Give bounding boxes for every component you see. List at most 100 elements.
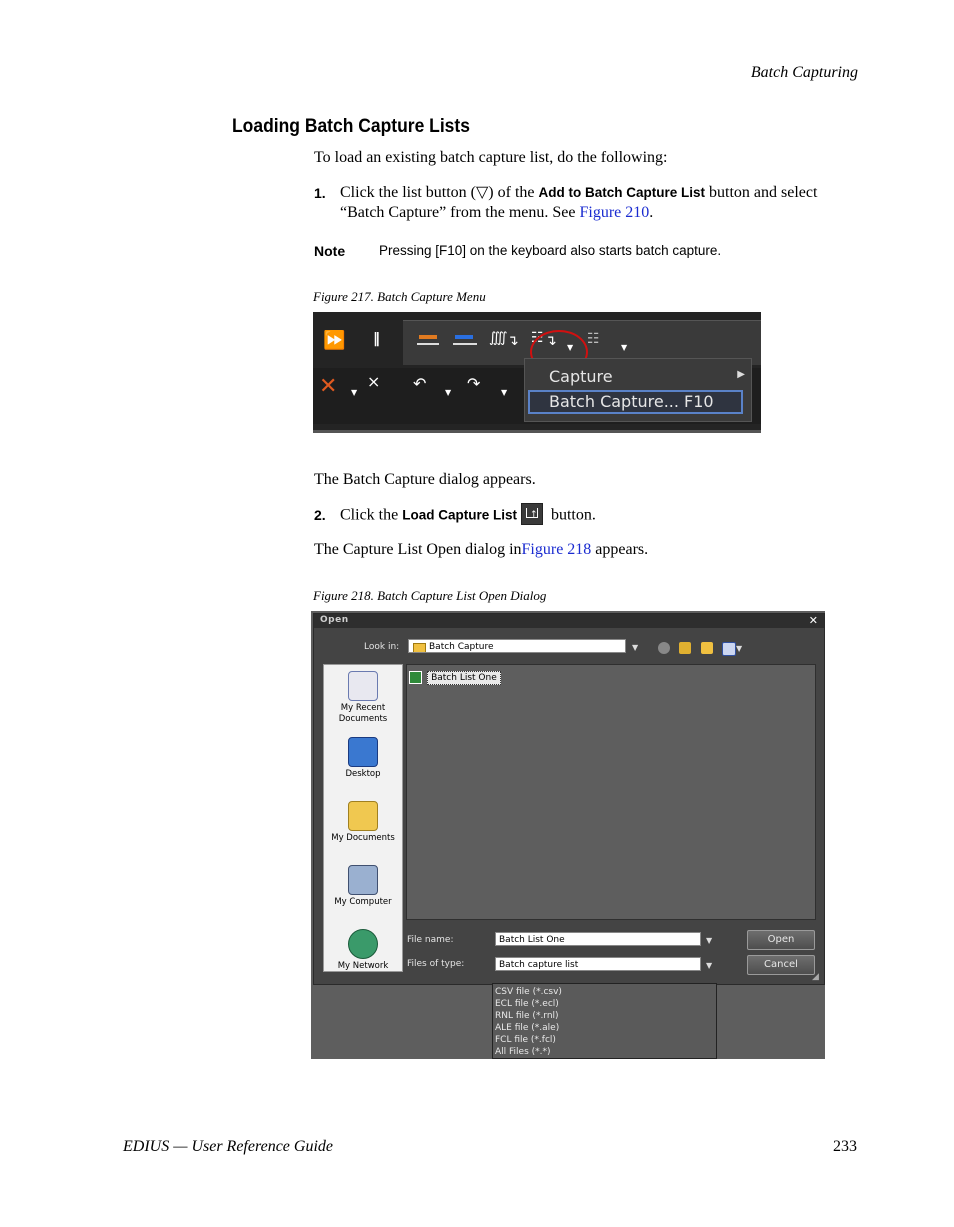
close-icon[interactable]: ✕: [809, 614, 818, 627]
type-option-ale[interactable]: ALE file (*.ale): [495, 1022, 559, 1034]
file-name-label: File name:: [407, 935, 454, 945]
resize-grip-icon[interactable]: ◢: [812, 972, 822, 982]
step-2-text-b: button.: [546, 506, 596, 524]
dialog-titlebar: Open ✕: [314, 614, 824, 628]
desktop-icon: [348, 737, 378, 767]
ripple-delete-icon[interactable]: ⨯: [367, 372, 380, 391]
step-2-text-a: Click the: [340, 506, 403, 524]
settings-dropdown-icon[interactable]: ▼: [621, 343, 627, 352]
pause-icon[interactable]: ‖: [373, 331, 380, 347]
type-option-csv[interactable]: CSV file (*.csv): [495, 986, 562, 998]
new-folder-icon[interactable]: [701, 642, 713, 654]
my-documents-icon: [348, 801, 378, 831]
running-header: Batch Capturing: [750, 64, 858, 81]
view-dropdown-icon[interactable]: ▼: [736, 644, 742, 653]
file-type-dropdown-icon[interactable]: ▼: [706, 961, 712, 970]
capture-list-open-text: The Capture List Open dialog inFigure 21…: [314, 540, 648, 560]
intro-paragraph: To load an existing batch capture list, …: [314, 149, 668, 166]
place-recent[interactable]: My Recent Documents: [324, 671, 402, 725]
figure-218-caption: Figure 218. Batch Capture List Open Dial…: [313, 588, 547, 603]
place-desktop-label: Desktop: [345, 769, 381, 779]
set-out-line-icon: [453, 343, 477, 345]
place-desktop[interactable]: Desktop: [324, 737, 402, 780]
figure-217-caption: Figure 217. Batch Capture Menu: [313, 289, 486, 304]
cancel-button[interactable]: Cancel: [747, 955, 815, 975]
place-my-network-label: My Network: [337, 961, 389, 971]
recent-documents-icon: [348, 671, 378, 701]
my-computer-icon: [348, 865, 378, 895]
note-label: Note: [314, 243, 346, 259]
open-button[interactable]: Open: [747, 930, 815, 950]
type-option-all[interactable]: All Files (*.*): [495, 1046, 551, 1058]
file-item[interactable]: Batch List One: [409, 667, 501, 685]
submenu-arrow-icon: ▶: [737, 369, 745, 380]
dialog-title: Open: [320, 615, 349, 625]
set-out-icon[interactable]: [455, 335, 473, 339]
look-in-label: Look in:: [364, 642, 400, 652]
batch-capture-dropdown-menu: Capture ▶ Batch Capture... F10: [524, 358, 752, 422]
look-in-value: Batch Capture: [429, 642, 494, 652]
place-my-documents-label: My Documents: [331, 833, 395, 843]
file-type-options-list: CSV file (*.csv) ECL file (*.ecl) RNL fi…: [492, 983, 717, 1059]
step-1-text-a: Click the list button (▽) of the: [340, 184, 539, 201]
place-my-network[interactable]: My Network: [324, 929, 402, 972]
look-in-select[interactable]: Batch Capture: [408, 639, 626, 653]
set-in-line-icon: [417, 343, 439, 345]
menu-item-capture[interactable]: Capture: [549, 367, 613, 386]
step-1-text-b: button and select: [705, 184, 818, 201]
add-to-clip-icon[interactable]: ⨌: [489, 330, 508, 346]
place-my-computer-label: My Computer: [334, 897, 392, 907]
step-2-ui-term: Load Capture List: [402, 507, 517, 523]
places-bar: My Recent Documents Desktop My Documents…: [323, 664, 403, 972]
step-1-ui-term: Add to Batch Capture List: [538, 185, 706, 200]
figure-218-link[interactable]: Figure 218: [522, 541, 592, 558]
redo-icon[interactable]: ↷: [467, 374, 480, 393]
section-title: Loading Batch Capture Lists: [232, 116, 470, 137]
page-number: 233: [833, 1138, 857, 1155]
view-menu-icon[interactable]: [722, 642, 736, 656]
excel-file-icon: [409, 671, 422, 684]
arrow-down-icon: ↴: [507, 333, 519, 349]
type-option-ecl[interactable]: ECL file (*.ecl): [495, 998, 559, 1010]
step-1-text-d: .: [649, 204, 654, 221]
fast-forward-icon[interactable]: ⏩: [323, 330, 345, 351]
step-1-number: 1.: [314, 185, 326, 201]
file-type-label: Files of type:: [407, 959, 465, 969]
folder-icon: [413, 643, 426, 652]
file-name-input[interactable]: Batch List One: [495, 932, 701, 946]
undo-icon[interactable]: ↶: [413, 374, 426, 393]
figure-210-link[interactable]: Figure 210: [579, 204, 649, 221]
up-folder-icon[interactable]: [679, 642, 691, 654]
back-icon[interactable]: [658, 642, 670, 654]
figure-border: [313, 430, 761, 433]
type-option-fcl[interactable]: FCL file (*.fcl): [495, 1034, 556, 1046]
footer-title: EDIUS — User Reference Guide: [123, 1138, 334, 1155]
menu-item-batch-capture[interactable]: Batch Capture... F10: [528, 390, 743, 414]
step-2-text: Click the Load Capture List ↑ button.: [340, 503, 596, 527]
set-in-icon[interactable]: [419, 335, 437, 339]
undo-dropdown-icon[interactable]: ▼: [445, 388, 451, 397]
file-item-name: Batch List One: [427, 670, 501, 685]
file-list[interactable]: Batch List One: [406, 664, 816, 920]
batch-capture-menu-figure: ⏩ ‖ ⨌ ↴ ☷ ↴ ▼ ☷ ▼ ✕ ▼ ⨯ ↶ ▼ ↷ ▼ Capture …: [313, 312, 761, 433]
open-dialog-figure: Open ✕ Look in: Batch Capture ▼ ▼ My Rec…: [311, 611, 825, 1059]
capture-settings-icon[interactable]: ☷: [587, 331, 600, 347]
step-1-text-c: “Batch Capture” from the menu. See: [340, 204, 580, 221]
place-my-computer[interactable]: My Computer: [324, 865, 402, 908]
file-type-select[interactable]: Batch capture list: [495, 957, 701, 971]
delete-icon[interactable]: ✕: [319, 374, 337, 399]
delete-dropdown-icon[interactable]: ▼: [351, 388, 357, 397]
place-recent-label: My Recent Documents: [338, 703, 388, 724]
capture-list-text-b: appears.: [591, 541, 649, 558]
dialog-appears-text: The Batch Capture dialog appears.: [314, 471, 536, 488]
type-option-rnl[interactable]: RNL file (*.rnl): [495, 1010, 559, 1022]
load-capture-list-icon: ↑: [520, 503, 543, 525]
redo-dropdown-icon[interactable]: ▼: [501, 388, 507, 397]
step-1-text: Click the list button (▽) of the Add to …: [340, 183, 860, 223]
my-network-icon: [348, 929, 378, 959]
place-my-documents[interactable]: My Documents: [324, 801, 402, 844]
look-in-dropdown-icon[interactable]: ▼: [632, 643, 638, 652]
file-name-dropdown-icon[interactable]: ▼: [706, 936, 712, 945]
note-text: Pressing [F10] on the keyboard also star…: [379, 243, 722, 258]
step-2-number: 2.: [314, 507, 326, 523]
